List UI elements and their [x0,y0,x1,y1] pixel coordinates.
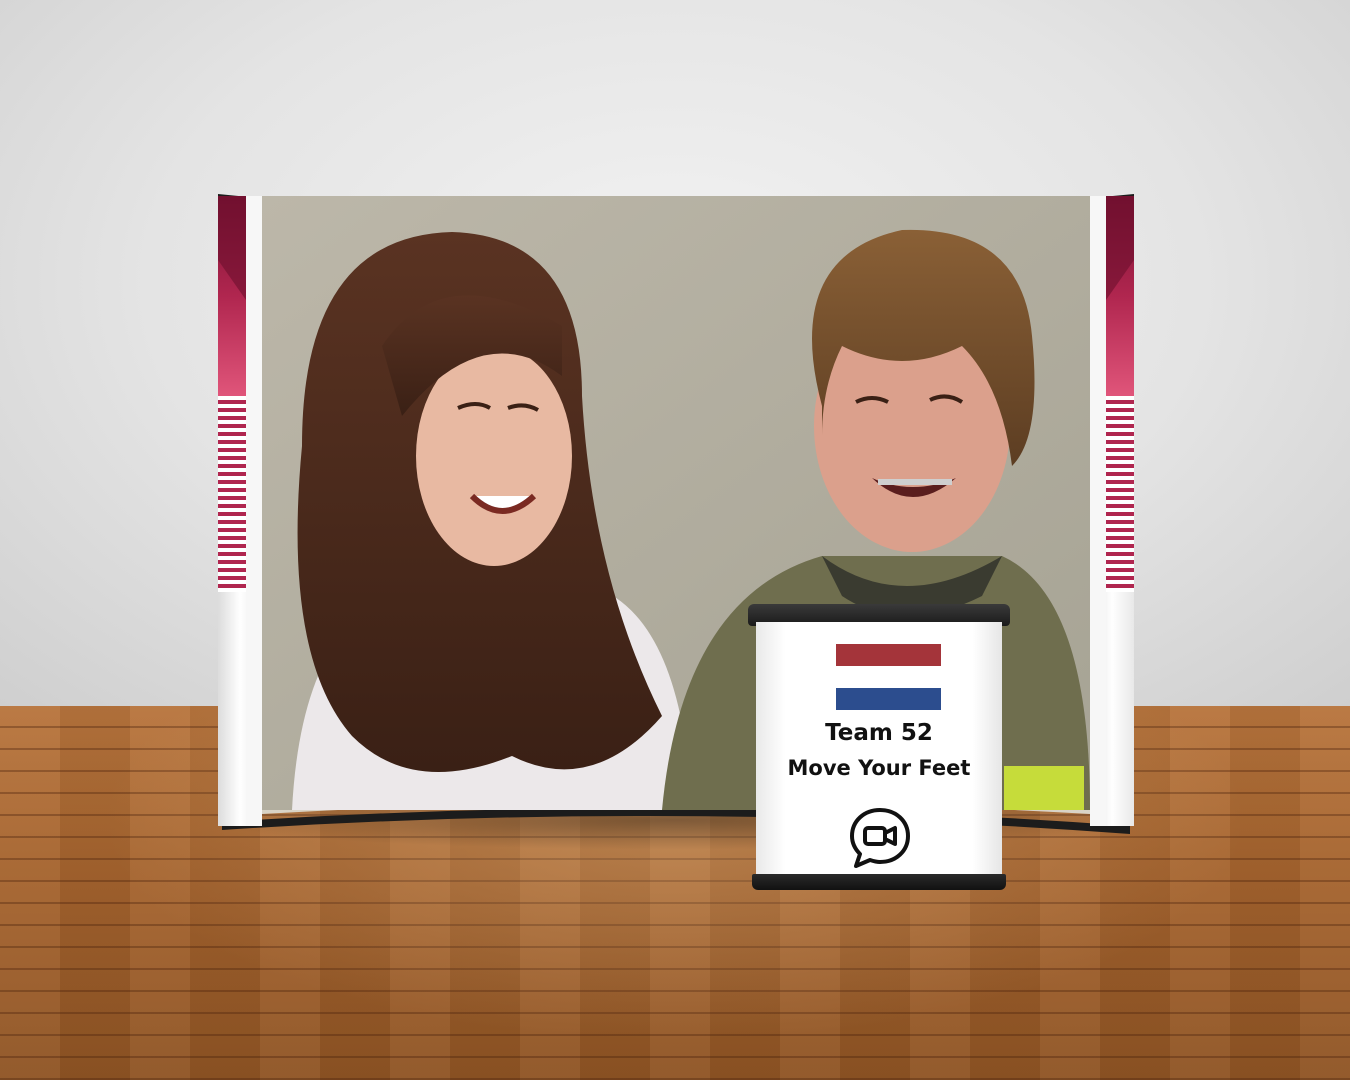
team-name: Team 52 [825,720,933,746]
flag-red-stripe [836,644,941,666]
right-side-panel [1090,196,1134,826]
flag-blue-stripe [836,688,941,710]
counter-base [752,874,1006,890]
left-side-panel [218,196,262,826]
project-name: Move Your Feet [787,756,971,780]
counter-panel: Team 52 Move Your Feet [756,622,1002,878]
exhibition-scene: Team 52 Move Your Feet [0,0,1350,1080]
info-counter: Team 52 Move Your Feet [748,604,1010,890]
video-chat-icon[interactable] [848,806,912,870]
